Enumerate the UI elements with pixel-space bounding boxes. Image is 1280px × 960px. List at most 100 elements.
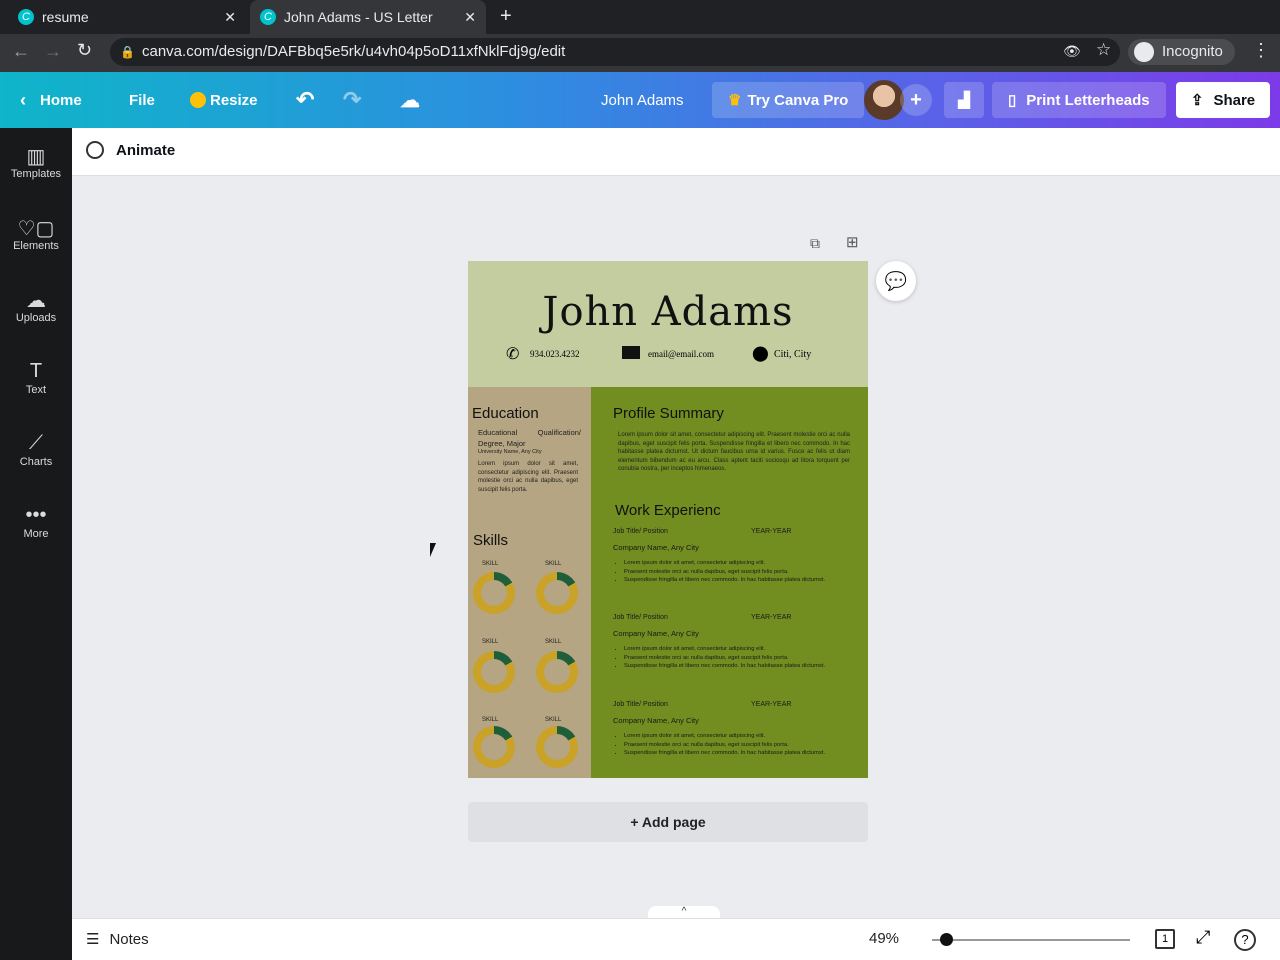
job-bullet: Lorem ipsum dolor sit amet, consectetur … <box>624 732 853 741</box>
zoom-slider-handle[interactable] <box>939 933 953 946</box>
text-icon: T <box>29 360 43 382</box>
add-collaborator-button[interactable]: + <box>900 84 932 116</box>
templates-icon: ▥ <box>26 146 46 168</box>
redo-button[interactable]: ↷ <box>343 82 361 118</box>
comment-add-icon: 💬 <box>884 271 908 291</box>
share-button[interactable]: ⇪ Share <box>1176 82 1270 118</box>
duplicate-page-icon[interactable]: ⧉ <box>810 235 820 252</box>
help-icon[interactable]: ? <box>1234 929 1256 951</box>
education-university[interactable]: University Name, Any City <box>478 449 542 455</box>
education-qualification[interactable]: Educational Qualification/ Degree, Major <box>478 427 581 449</box>
file-label: File <box>129 91 155 109</box>
job-title: Job Title/ Position <box>613 528 668 535</box>
cloud-upload-icon: ☁ <box>26 290 46 312</box>
sidebar-label: Charts <box>19 456 53 468</box>
close-tab-icon[interactable]: ✕ <box>464 9 476 26</box>
add-page-icon[interactable]: ⊞ <box>846 233 859 251</box>
analytics-button[interactable]: ▟ <box>944 82 984 118</box>
undo-button[interactable]: ↶ <box>296 82 314 118</box>
document-title[interactable]: John Adams <box>601 82 684 118</box>
email-text[interactable]: email@email.com <box>648 349 714 359</box>
skill-donut-chart[interactable] <box>473 726 515 768</box>
location-text[interactable]: Citi, City <box>774 349 811 360</box>
job-title: Job Title/ Position <box>613 614 668 621</box>
skill-donut-chart[interactable] <box>473 651 515 693</box>
forward-icon[interactable]: → <box>44 41 62 62</box>
resume-page[interactable]: John Adams ✆ 934.023.4232 email@email.co… <box>468 261 868 778</box>
skill-donut-chart[interactable] <box>536 726 578 768</box>
profile-summary-heading[interactable]: Profile Summary <box>613 405 724 422</box>
address-bar-row: ← → ↻ 🔒 canva.com/design/DAFBbq5e5rk/u4vh… <box>0 34 1280 72</box>
resume-name[interactable]: John Adams <box>468 289 868 335</box>
sidebar-item-charts[interactable]: ⟋ Charts <box>0 416 72 488</box>
elements-icon: ♡▢ <box>17 218 55 240</box>
sidebar-item-elements[interactable]: ♡▢ Elements <box>0 200 72 272</box>
tracking-blocked-icon[interactable]: 👁 <box>1063 43 1081 60</box>
sidebar-label: More <box>23 528 49 540</box>
user-avatar[interactable] <box>864 80 904 120</box>
job-bullet: Suspendisse fringilla et libero nec comm… <box>624 749 853 758</box>
skill-label: SKILL <box>545 717 562 723</box>
fullscreen-icon[interactable]: ⤢ <box>1196 927 1210 948</box>
skills-heading[interactable]: Skills <box>473 532 508 549</box>
crown-icon <box>190 92 206 108</box>
animate-icon <box>86 141 104 159</box>
profile-label: Incognito <box>1162 43 1223 60</box>
canva-favicon-icon: C <box>260 9 276 25</box>
work-entry[interactable]: Job Title/ Position YEAR-YEAR Company Nam… <box>613 528 853 585</box>
email-icon <box>622 346 640 359</box>
education-heading[interactable]: Education <box>472 405 539 422</box>
bookmark-star-icon[interactable]: ☆ <box>1096 40 1111 60</box>
vertical-scrollbar[interactable] <box>1265 178 1280 900</box>
home-label: Home <box>40 91 82 109</box>
incognito-icon <box>1134 42 1154 62</box>
tab-john-adams[interactable]: C John Adams - US Letter ✕ <box>250 0 486 34</box>
sidebar-item-text[interactable]: T Text <box>0 344 72 416</box>
skill-donut-chart[interactable] <box>536 651 578 693</box>
job-years: YEAR-YEAR <box>751 701 792 708</box>
home-button[interactable]: ‹ Home <box>20 82 82 118</box>
cloud-saved-icon[interactable]: ☁ <box>400 82 420 118</box>
zoom-percentage[interactable]: 49% <box>869 930 899 947</box>
resize-button[interactable]: Resize <box>190 82 258 118</box>
upload-icon: ⇪ <box>1190 92 1204 109</box>
add-page-button[interactable]: + Add page <box>468 802 868 842</box>
work-experience-heading[interactable]: Work Experienc <box>615 502 721 519</box>
profile-summary-text[interactable]: Lorem ipsum dolor sit amet, consectetur … <box>618 431 850 474</box>
new-tab-button[interactable]: + <box>500 5 512 28</box>
job-bullet: Praesent molestie orci ac nulla dapibus,… <box>624 741 853 750</box>
sidebar-label: Text <box>25 384 47 396</box>
doc-title-text: John Adams <box>601 91 684 109</box>
job-company: Company Name, Any City <box>613 629 699 638</box>
browser-menu-icon[interactable]: ⋮ <box>1252 40 1270 61</box>
zoom-slider[interactable] <box>932 939 1130 941</box>
sidebar-item-uploads[interactable]: ☁ Uploads <box>0 272 72 344</box>
page-count-button[interactable]: 1 <box>1155 929 1175 949</box>
skill-label: SKILL <box>482 561 499 567</box>
skill-donut-chart[interactable] <box>536 572 578 614</box>
education-description[interactable]: Lorem ipsum dolor sit amet, consectetur … <box>478 460 578 494</box>
sidebar-item-templates[interactable]: ▥ Templates <box>0 128 72 200</box>
try-pro-label: Try Canva Pro <box>747 91 849 109</box>
reload-icon[interactable]: ↻ <box>77 40 92 61</box>
phone-text[interactable]: 934.023.4232 <box>530 349 580 359</box>
work-entry[interactable]: Job Title/ Position YEAR-YEAR Company Nam… <box>613 614 853 671</box>
tab-resume[interactable]: Cresume ✕ <box>8 0 246 34</box>
close-tab-icon[interactable]: ✕ <box>224 9 236 26</box>
skill-donut-chart[interactable] <box>473 572 515 614</box>
file-menu-button[interactable]: File <box>129 82 155 118</box>
try-canva-pro-button[interactable]: ♛ Try Canva Pro <box>712 82 865 118</box>
sidebar-label: Elements <box>13 240 59 252</box>
url-input[interactable]: 🔒 canva.com/design/DAFBbq5e5rk/u4vh04p5oD… <box>110 38 1120 66</box>
back-icon[interactable]: ← <box>12 41 30 62</box>
notes-button[interactable]: ☰ Notes <box>86 930 149 949</box>
animate-button[interactable]: Animate <box>86 141 175 159</box>
resize-label: Resize <box>210 91 258 109</box>
work-entry[interactable]: Job Title/ Position YEAR-YEAR Company Nam… <box>613 701 853 758</box>
animate-label: Animate <box>116 141 176 159</box>
sidebar-item-more[interactable]: ••• More <box>0 488 72 560</box>
comment-button[interactable]: 💬 <box>876 261 916 301</box>
print-letterheads-button[interactable]: ▯ Print Letterheads <box>992 82 1166 118</box>
job-bullet: Lorem ipsum dolor sit amet, consectetur … <box>624 559 853 568</box>
incognito-badge[interactable]: Incognito <box>1128 39 1235 65</box>
